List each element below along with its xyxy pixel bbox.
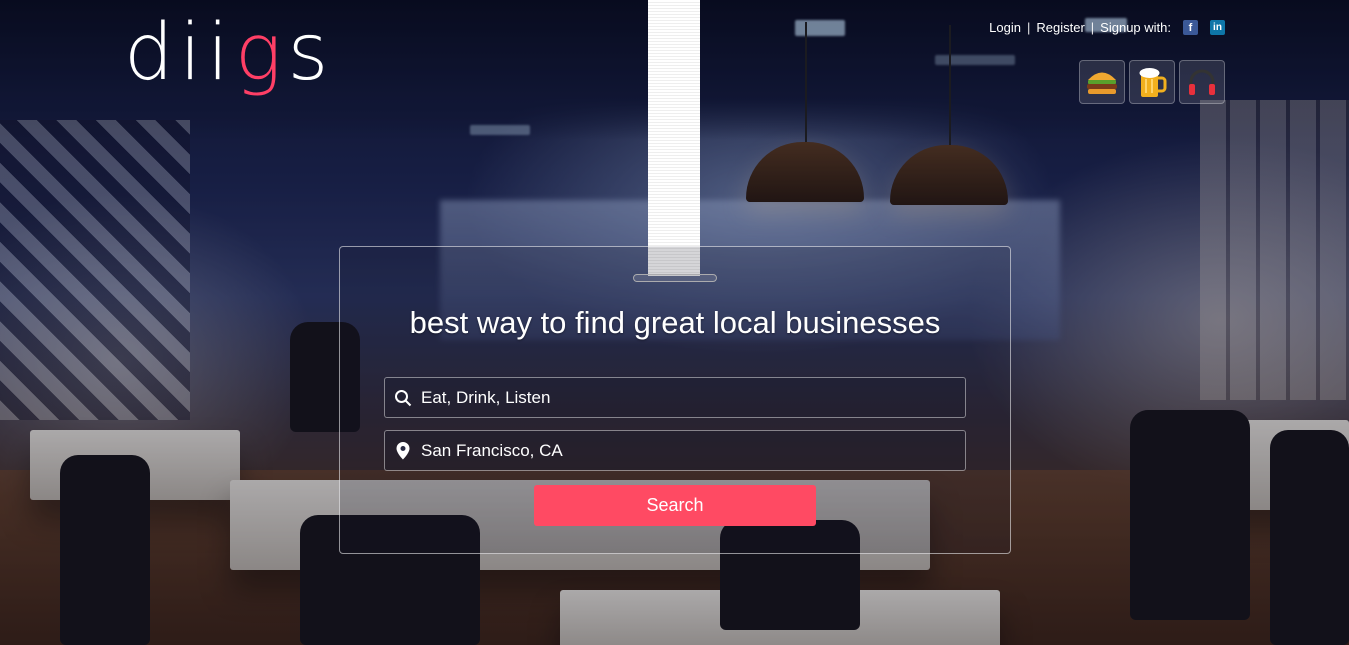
- search-icon: [385, 389, 421, 407]
- query-field[interactable]: [384, 377, 966, 418]
- register-link[interactable]: Register: [1036, 20, 1084, 35]
- linkedin-icon[interactable]: in: [1210, 20, 1225, 35]
- signup-label: Signup with:: [1100, 20, 1171, 35]
- location-pin-icon: [385, 441, 421, 461]
- nav-separator: |: [1026, 20, 1031, 35]
- vertical-banner-strip: [648, 0, 700, 276]
- hero-headline: best way to find great local businesses: [409, 305, 941, 340]
- facebook-icon[interactable]: f: [1183, 20, 1198, 35]
- location-field[interactable]: [384, 430, 966, 471]
- login-link[interactable]: Login: [989, 20, 1021, 35]
- nav-separator: |: [1090, 20, 1095, 35]
- search-button[interactable]: Search: [534, 485, 816, 526]
- query-input[interactable]: [421, 387, 965, 408]
- category-icons: [1079, 60, 1225, 104]
- location-input[interactable]: [421, 440, 965, 461]
- diigs-logo[interactable]: diigs: [124, 14, 334, 92]
- burger-icon[interactable]: [1079, 60, 1125, 104]
- headphones-icon[interactable]: [1179, 60, 1225, 104]
- top-nav: Login | Register | Signup with: f in: [989, 20, 1225, 35]
- beer-icon[interactable]: [1129, 60, 1175, 104]
